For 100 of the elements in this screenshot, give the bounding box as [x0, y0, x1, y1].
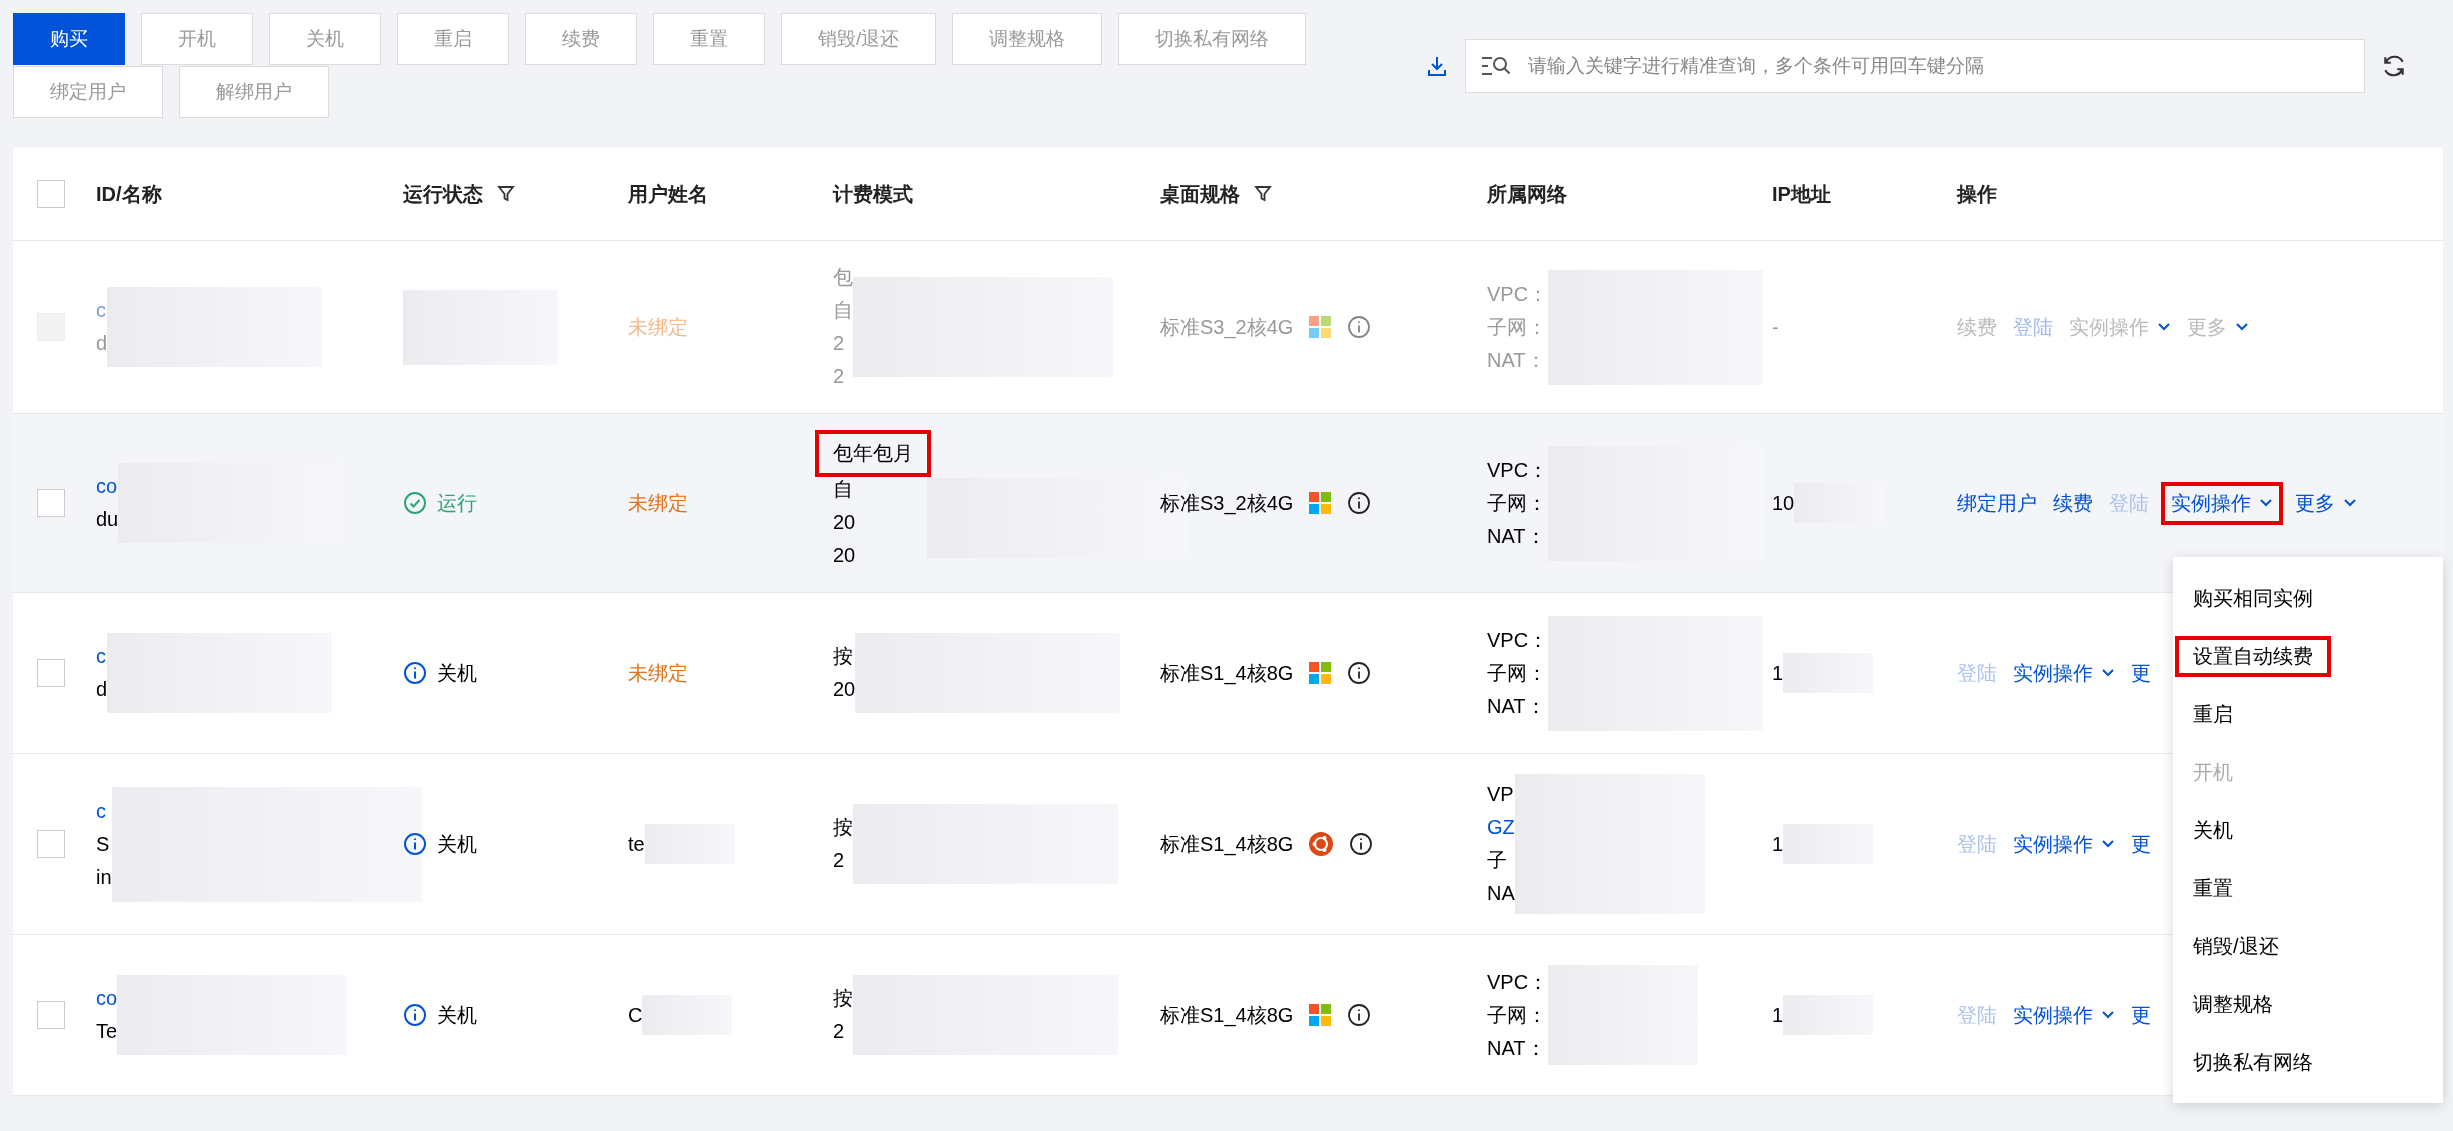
network-label: VPC：: [1487, 457, 1549, 483]
column-header: 用户姓名: [628, 181, 708, 207]
action-link[interactable]: 更: [2131, 1001, 2151, 1029]
status-text: 关机: [437, 831, 477, 857]
ip-address: 10: [1772, 491, 1795, 515]
billing-text: 按: [833, 644, 854, 669]
network-label: NAT：: [1487, 347, 1547, 373]
row-checkbox[interactable]: [36, 830, 65, 858]
billing-text: 包: [833, 265, 853, 290]
menu-item[interactable]: 重启: [2173, 685, 2443, 743]
info-icon[interactable]: [1349, 832, 1374, 856]
billing-text: 20: [833, 677, 856, 702]
network-label: VPC：: [1487, 627, 1549, 653]
column-header: 运行状态: [403, 181, 483, 207]
network-label: 子网：: [1487, 490, 1548, 516]
buy-button[interactable]: 购买: [13, 13, 125, 65]
search-field[interactable]: 请输入关键字进行精准查询，多个条件可用回车键分隔: [1465, 38, 2365, 93]
dropdown-link[interactable]: 实例操作: [2165, 485, 2279, 521]
network-label: VPC：: [1487, 969, 1549, 995]
unbound-label: 未绑定: [628, 660, 688, 686]
dropdown-link[interactable]: 实例操作: [2013, 830, 2115, 858]
menu-item[interactable]: 购买相同实例: [2173, 569, 2443, 627]
chevron-down-icon: [2101, 668, 2115, 678]
column-header: 所属网络: [1487, 181, 1567, 207]
unbound-label: 未绑定: [628, 314, 688, 340]
instance-id-link[interactable]: c: [96, 640, 108, 673]
dropdown-link[interactable]: 实例操作: [2013, 659, 2115, 687]
action-link[interactable]: 更: [2131, 659, 2151, 687]
ip-address: 1: [1772, 661, 1784, 685]
row-checkbox[interactable]: [36, 659, 65, 687]
row-checkbox[interactable]: [36, 1001, 65, 1029]
instance-name: du: [96, 507, 119, 532]
network-label: NAT：: [1487, 523, 1547, 549]
network-label: VP: [1487, 782, 1515, 807]
desktop-spec: 标准S3_2核4G: [1160, 490, 1294, 517]
desktop-spec: 标准S1_4核8G: [1160, 831, 1294, 858]
dropdown-link[interactable]: 实例操作: [2013, 1001, 2115, 1029]
desktop-spec: 标准S1_4核8G: [1160, 660, 1294, 687]
ip-address: 1: [1772, 832, 1784, 856]
check-circle-icon: [403, 491, 427, 515]
network-label: NAT：: [1487, 1035, 1547, 1061]
chevron-down-icon: [2343, 498, 2357, 508]
info-icon: [403, 1003, 427, 1027]
billing-text: 2: [833, 848, 846, 873]
dropdown-link[interactable]: 更多: [2295, 489, 2357, 517]
action-link[interactable]: 续费: [2053, 489, 2093, 517]
info-icon[interactable]: [1347, 661, 1372, 685]
info-icon[interactable]: [1347, 1003, 1372, 1027]
status-text: 关机: [437, 1002, 477, 1028]
billing-text: 2: [833, 1019, 846, 1044]
action-link[interactable]: 绑定用户: [1957, 489, 2037, 517]
ip-address: -: [1772, 315, 1779, 339]
network-label: NA: [1487, 881, 1515, 906]
user-name: C: [628, 1003, 643, 1027]
desktop-spec: 标准S3_2核4G: [1160, 314, 1294, 341]
info-icon: [403, 832, 427, 856]
menu-item[interactable]: 调整规格: [2173, 975, 2443, 1033]
action-link[interactable]: 更: [2131, 830, 2151, 858]
instance-name: in: [96, 864, 112, 890]
menu-item[interactable]: 切换私有网络: [2173, 1033, 2443, 1091]
status-text: 运行: [437, 490, 477, 516]
status-text: 关机: [437, 660, 477, 686]
info-icon[interactable]: [1347, 491, 1372, 515]
menu-item[interactable]: 销毁/退还: [2173, 917, 2443, 975]
user-name: te: [628, 832, 645, 856]
network-label: 子网：: [1487, 1002, 1548, 1028]
billing-text: 自: [833, 298, 853, 323]
select-all-checkbox[interactable]: [36, 180, 65, 208]
row-checkbox[interactable]: [36, 489, 65, 517]
column-header: 计费模式: [833, 181, 913, 207]
billing-text: 2: [833, 331, 846, 356]
search-icon: [1481, 54, 1511, 77]
billing-text: 2: [833, 364, 846, 389]
network-link[interactable]: GZ: [1487, 811, 1515, 844]
chevron-down-icon: [2101, 1010, 2115, 1020]
instance-name: S: [96, 831, 111, 857]
billing-text: 20: [833, 543, 857, 568]
instance-id-link[interactable]: co: [96, 982, 118, 1015]
column-header: 桌面规格: [1160, 181, 1240, 207]
menu-item[interactable]: 重置: [2173, 859, 2443, 917]
column-header: ID/名称: [96, 181, 162, 207]
instance-id-link[interactable]: c: [96, 794, 112, 828]
info-icon: [403, 661, 427, 685]
network-label: NAT：: [1487, 693, 1547, 719]
desktop-spec: 标准S1_4核8G: [1160, 1002, 1294, 1029]
menu-item[interactable]: 关机: [2173, 801, 2443, 859]
column-header: 操作: [1957, 181, 1997, 207]
billing-text: 自: [833, 477, 854, 502]
instance-id-link[interactable]: co: [96, 470, 119, 503]
billing-text: 按: [833, 986, 853, 1011]
chevron-down-icon: [2259, 498, 2273, 508]
network-label: 子: [1487, 848, 1508, 873]
filter-icon[interactable]: [497, 185, 515, 203]
instance-name: d: [96, 331, 108, 356]
menu-item[interactable]: 设置自动续费: [2173, 627, 2443, 685]
billing-text: 按: [833, 815, 853, 840]
billing-text: 20: [833, 510, 857, 535]
filter-icon[interactable]: [1254, 185, 1272, 203]
chevron-down-icon: [2101, 839, 2115, 849]
instance-name: d: [96, 677, 108, 702]
